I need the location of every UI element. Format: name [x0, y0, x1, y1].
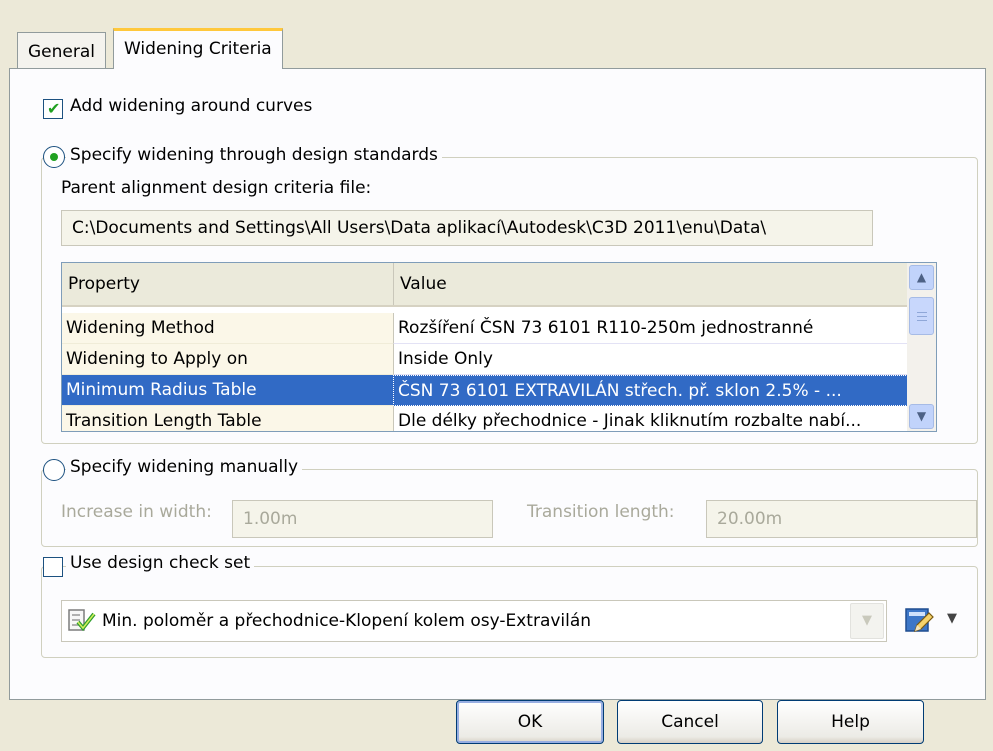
edit-check-set-button[interactable]: ▼: [899, 600, 975, 642]
transition-length-input[interactable]: 20.00m: [706, 500, 977, 538]
grip-line: [917, 316, 927, 317]
grid-row-transition-length[interactable]: Transition Length Table Dle délky přecho…: [62, 406, 908, 431]
property-grid: Property Value Widening Method Rozšíření…: [61, 262, 937, 432]
value-cell[interactable]: Rozšíření ČSN 73 6101 R110-250m jednostr…: [393, 313, 908, 344]
tab-widening-criteria-label: Widening Criteria: [124, 39, 272, 59]
standards-label: Specify widening through design standard…: [66, 145, 442, 165]
header-property[interactable]: Property: [62, 263, 393, 305]
edit-dropdown-arrow-icon[interactable]: ▼: [947, 611, 957, 626]
standards-radio[interactable]: [43, 146, 65, 168]
grip-line: [917, 320, 927, 321]
grid-row-minimum-radius[interactable]: Minimum Radius Table ČSN 73 6101 EXTRAVI…: [62, 375, 908, 406]
tab-general-label: General: [28, 42, 95, 62]
property-cell: Transition Length Table: [62, 406, 393, 431]
manual-label: Specify widening manually: [66, 457, 303, 477]
check-set-dropdown[interactable]: Min. poloměr a přechodnice-Klopení kolem…: [61, 600, 887, 642]
header-value[interactable]: Value: [393, 263, 908, 305]
increase-width-input[interactable]: 1.00m: [232, 500, 493, 538]
manual-radio[interactable]: [43, 459, 65, 481]
radio-selected-icon: [50, 153, 58, 161]
check-set-icon: [68, 609, 96, 633]
value-cell[interactable]: ČSN 73 6101 EXTRAVILÁN střech. př. sklon…: [393, 375, 908, 406]
add-widening-checkbox[interactable]: ✔: [43, 99, 63, 119]
grip-line: [917, 312, 927, 313]
property-cell: Minimum Radius Table: [62, 375, 393, 406]
criteria-file-path: C:\Documents and Settings\All Users\Data…: [61, 210, 873, 246]
ok-button[interactable]: OK: [456, 700, 604, 744]
scroll-up-icon[interactable]: ▲: [909, 265, 934, 290]
edit-pencil-icon: [905, 607, 935, 640]
property-cell: Widening to Apply on: [62, 344, 393, 375]
help-button[interactable]: Help: [777, 700, 924, 744]
grid-row-widening-method[interactable]: Widening Method Rozšíření ČSN 73 6101 R1…: [62, 313, 908, 344]
value-cell[interactable]: Inside Only: [393, 344, 908, 375]
use-check-set-checkbox[interactable]: [43, 557, 63, 577]
scroll-down-icon[interactable]: ▼: [909, 404, 934, 429]
dropdown-chevron-icon[interactable]: ▼: [850, 603, 884, 639]
property-cell: Widening Method: [62, 313, 393, 344]
cancel-button[interactable]: Cancel: [617, 700, 763, 744]
grid-header: Property Value: [62, 263, 908, 307]
add-widening-label: Add widening around curves: [70, 96, 313, 116]
use-check-set-label: Use design check set: [66, 553, 255, 573]
transition-length-label: Transition length:: [527, 502, 675, 522]
value-cell[interactable]: Dle délky přechodnice - Jinak kliknutím …: [393, 406, 908, 431]
increase-width-label: Increase in width:: [61, 502, 212, 522]
scroll-thumb[interactable]: [909, 297, 934, 335]
grid-row-widening-apply[interactable]: Widening to Apply on Inside Only: [62, 344, 908, 375]
check-set-value: Min. poloměr a přechodnice-Klopení kolem…: [102, 611, 592, 631]
tab-widening-criteria[interactable]: Widening Criteria: [113, 28, 283, 69]
criteria-file-label: Parent alignment design criteria file:: [61, 178, 372, 198]
checkmark-icon: ✔: [47, 99, 61, 118]
grid-scrollbar[interactable]: ▲ ▼: [907, 263, 936, 431]
tab-general[interactable]: General: [17, 32, 106, 70]
